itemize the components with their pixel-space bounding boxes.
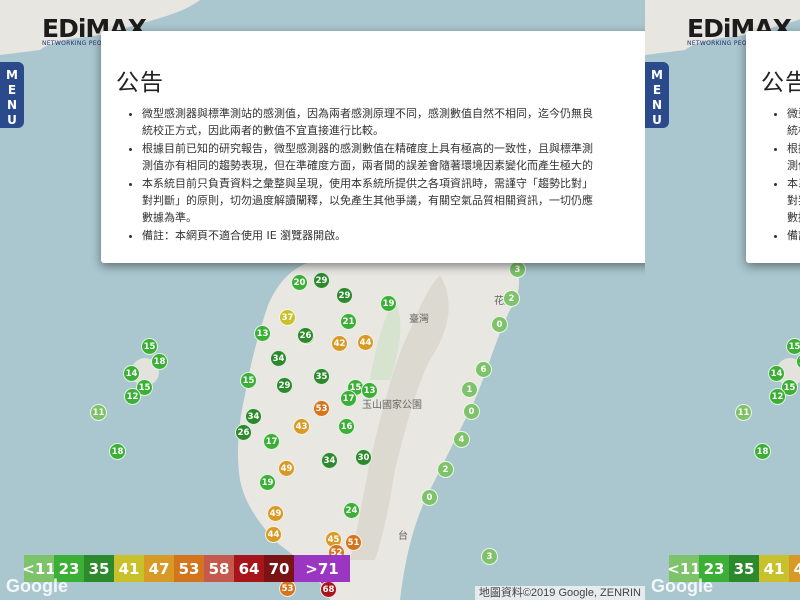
menu-button[interactable]: M E N U [645, 62, 669, 128]
sensor-marker[interactable]: 26 [297, 327, 314, 344]
sensor-marker[interactable]: 53 [279, 580, 296, 597]
legend-swatch: 47 [789, 555, 800, 582]
sensor-marker[interactable]: 0 [463, 403, 480, 420]
sensor-marker[interactable]: 24 [343, 502, 360, 519]
notice-item: 本系統目前只負責資料之彙整與呈現，使用本系統所提供之各項資訊時，需謹守「趨勢比對… [787, 175, 800, 226]
sensor-marker[interactable]: 44 [357, 334, 374, 351]
sensor-marker[interactable]: 37 [279, 309, 296, 326]
google-watermark: Google [6, 576, 68, 596]
legend-swatch: 64 [234, 555, 264, 582]
legend-swatch: 47 [144, 555, 174, 582]
map-label-tai: 台 [398, 531, 408, 542]
sensor-marker[interactable]: 11 [735, 404, 752, 421]
sensor-marker[interactable]: 3 [509, 261, 526, 278]
sensor-marker[interactable]: 18 [151, 353, 168, 370]
notice-list: 微型感測器與標準測站的感測值，因為兩者感測原理不同，感測數值自然不相同，迄今仍無… [116, 105, 645, 244]
sensor-marker[interactable]: 11 [90, 404, 107, 421]
legend-swatch: 58 [204, 555, 234, 582]
sensor-marker[interactable]: 0 [491, 316, 508, 333]
sensor-marker[interactable]: 21 [340, 313, 357, 330]
sensor-marker[interactable]: 19 [259, 474, 276, 491]
sensor-marker[interactable]: 4 [453, 431, 470, 448]
google-watermark: Google [651, 576, 713, 596]
sensor-marker[interactable]: 15 [141, 338, 158, 355]
legend-swatch: 41 [759, 555, 789, 582]
sensor-marker[interactable]: 68 [320, 581, 337, 598]
sensor-marker[interactable]: 43 [293, 418, 310, 435]
sensor-marker[interactable]: 49 [267, 505, 284, 522]
map-attribution[interactable]: 地圖資料©2019 Google, ZENRIN [474, 586, 645, 600]
sensor-marker[interactable]: 18 [109, 443, 126, 460]
notice-title: 公告 [116, 70, 164, 96]
notice-item: 根據目前已知的研究報告，微型感測器的感測數值在精確度上具有極高的一致性，且與標準… [142, 140, 645, 174]
notice-item: 備註：本網頁不適合使用 IE 瀏覽器開啟。 [142, 227, 645, 244]
notice-dialog: 公告 微型感測器與標準測站的感測值，因為兩者感測原理不同，感測數值自然不相同，迄… [746, 31, 800, 263]
map-label-taiwan: 臺灣 [409, 314, 429, 325]
sensor-marker[interactable]: 14 [123, 365, 140, 382]
sensor-marker[interactable]: 20 [291, 274, 308, 291]
notice-item: 微型感測器與標準測站的感測值，因為兩者感測原理不同，感測數值自然不相同，迄今仍無… [787, 105, 800, 139]
sensor-marker[interactable]: 14 [768, 365, 785, 382]
sensor-marker[interactable]: 53 [313, 400, 330, 417]
pm25-legend: <112335414753586470>71 [22, 555, 350, 582]
sensor-marker[interactable]: 51 [345, 534, 362, 551]
sensor-marker[interactable]: 13 [254, 325, 271, 342]
sensor-marker[interactable]: 15 [786, 338, 800, 355]
sensor-marker[interactable]: 6 [475, 361, 492, 378]
notice-title: 公告 [761, 70, 800, 96]
legend-swatch: 53 [174, 555, 204, 582]
sensor-marker[interactable]: 34 [245, 408, 262, 425]
sensor-marker[interactable]: 15 [240, 372, 257, 389]
sensor-marker[interactable]: 1 [461, 381, 478, 398]
sensor-marker[interactable]: 12 [124, 388, 141, 405]
sensor-marker[interactable]: 12 [769, 388, 786, 405]
sensor-marker[interactable]: 29 [276, 377, 293, 394]
sensor-marker[interactable]: 2 [503, 290, 520, 307]
map-mirror[interactable]: 1518141512111820292937112119132642443415… [645, 0, 800, 600]
legend-swatch: 41 [114, 555, 144, 582]
notice-item: 根據目前已知的研究報告，微型感測器的感測數值在精確度上具有極高的一致性，且與標準… [787, 140, 800, 174]
sensor-marker[interactable]: 3 [481, 548, 498, 565]
menu-button[interactable]: M E N U [0, 62, 24, 128]
mirror-viewport: 1518141512111820292937112119132642443415… [645, 0, 800, 600]
legend-swatch: >71 [294, 555, 350, 582]
sensor-marker[interactable]: 44 [265, 526, 282, 543]
legend-swatch: 35 [729, 555, 759, 582]
map[interactable]: 臺灣 玉山國家公園 花蓮 台 1518141512111820292937112… [0, 0, 645, 600]
sensor-marker[interactable]: 13 [361, 382, 378, 399]
sensor-marker[interactable]: 18 [754, 443, 771, 460]
sensor-marker[interactable]: 29 [313, 272, 330, 289]
notice-item: 微型感測器與標準測站的感測值，因為兩者感測原理不同，感測數值自然不相同，迄今仍無… [142, 105, 645, 139]
sensor-marker[interactable]: 17 [340, 390, 357, 407]
sensor-marker[interactable]: 30 [355, 449, 372, 466]
sensor-marker[interactable]: 34 [321, 452, 338, 469]
main-viewport: 臺灣 玉山國家公園 花蓮 台 1518141512111820292937112… [0, 0, 645, 600]
notice-dialog: 公告 微型感測器與標準測站的感測值，因為兩者感測原理不同，感測數值自然不相同，迄… [101, 31, 645, 263]
sensor-marker[interactable]: 42 [331, 335, 348, 352]
notice-item: 本系統目前只負責資料之彙整與呈現，使用本系統所提供之各項資訊時，需謹守「趨勢比對… [142, 175, 645, 226]
legend-swatch: 35 [84, 555, 114, 582]
notice-item: 備註：本網頁不適合使用 IE 瀏覽器開啟。 [787, 227, 800, 244]
sensor-marker[interactable]: 29 [336, 287, 353, 304]
sensor-marker[interactable]: 26 [235, 424, 252, 441]
sensor-marker[interactable]: 0 [421, 489, 438, 506]
sensor-marker[interactable]: 17 [263, 433, 280, 450]
sensor-marker[interactable]: 34 [270, 350, 287, 367]
sensor-marker[interactable]: 16 [338, 418, 355, 435]
sensor-marker[interactable]: 35 [313, 368, 330, 385]
sensor-marker[interactable]: 2 [437, 461, 454, 478]
legend-swatch: 70 [264, 555, 294, 582]
sensor-marker[interactable]: 49 [278, 460, 295, 477]
notice-list: 微型感測器與標準測站的感測值，因為兩者感測原理不同，感測數值自然不相同，迄今仍無… [761, 105, 800, 244]
sensor-marker[interactable]: 19 [380, 295, 397, 312]
